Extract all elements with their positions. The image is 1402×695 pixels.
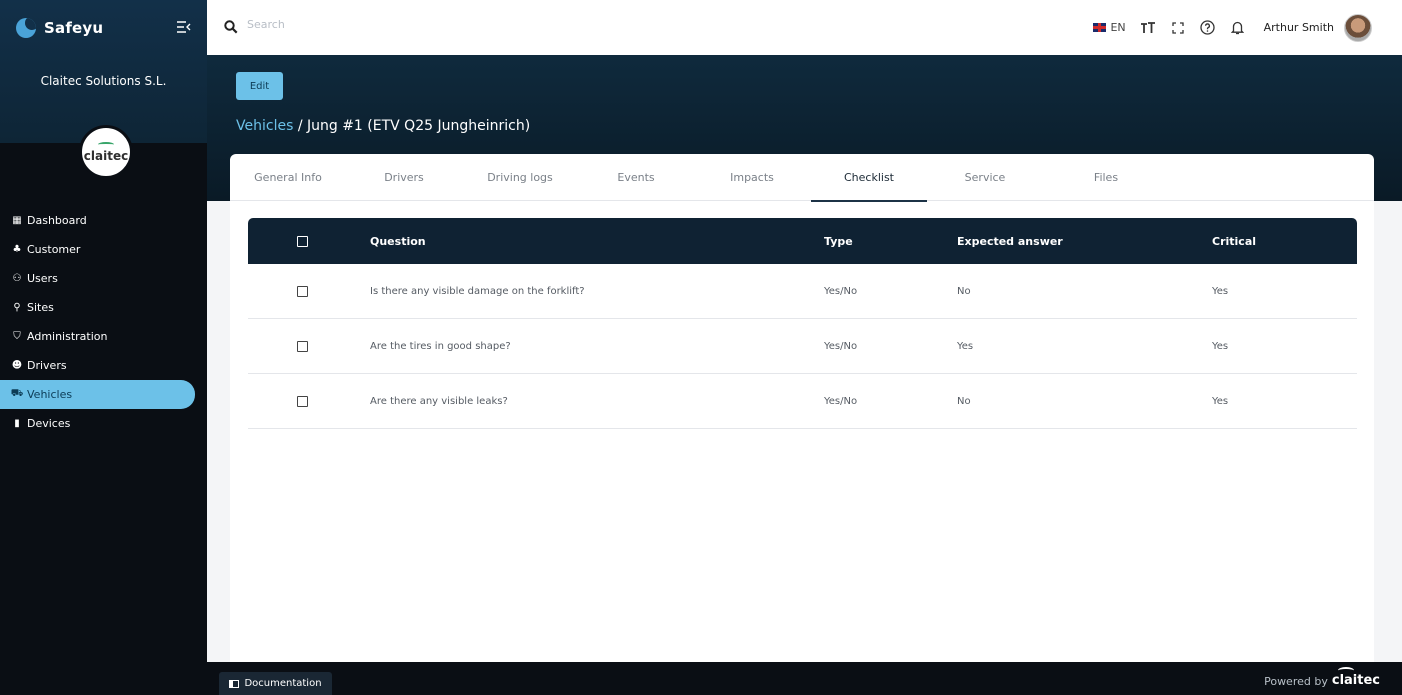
critical-cell: Yes (1212, 285, 1229, 297)
top-bar: EN Arthur Smith (207, 0, 1402, 55)
expected-answer-cell: No (957, 395, 971, 407)
question-cell: Are there any visible leaks? (370, 395, 508, 407)
logo-arc-icon (98, 141, 114, 147)
tab-drivers[interactable]: Drivers (349, 154, 459, 201)
dashboard-icon: ▦ (12, 215, 22, 226)
claitec-footer-logo: claitec (1331, 667, 1380, 688)
user-name[interactable]: Arthur Smith (1264, 21, 1334, 34)
sidebar-header: Safeyu Claitec Solutions S.L. (0, 0, 207, 143)
font-size-icon[interactable] (1140, 20, 1156, 36)
powered-by: Powered by claitec (1264, 667, 1380, 688)
company-name: Claitec Solutions S.L. (40, 74, 167, 88)
tab-checklist[interactable]: Checklist (811, 154, 927, 202)
sidebar-item-label: Users (27, 272, 58, 285)
driver-icon: ☻ (11, 360, 23, 371)
type-cell: Yes/No (824, 340, 858, 352)
sidebar-item-label: Customer (27, 243, 81, 256)
collapse-sidebar-icon[interactable] (175, 18, 193, 36)
select-all-cell (297, 218, 308, 264)
sidebar-item-administration[interactable]: ⛉ Administration (0, 322, 207, 351)
sidebar-item-vehicles[interactable]: ⛟ Vehicles (0, 380, 195, 409)
critical-cell: Yes (1212, 340, 1229, 352)
sidebar-item-label: Vehicles (27, 388, 73, 401)
column-header-question[interactable]: Question (370, 218, 426, 264)
footer: Documentation Powered by claitec (207, 662, 1402, 695)
breadcrumb-vehicles-link[interactable]: Vehicles (236, 118, 293, 134)
sidebar-item-drivers[interactable]: ☻ Drivers (0, 351, 207, 380)
table-header: Question Type Expected answer Critical (248, 218, 1357, 264)
tab-events[interactable]: Events (581, 154, 691, 201)
sidebar-item-label: Drivers (27, 359, 67, 372)
column-header-critical[interactable]: Critical (1212, 218, 1256, 264)
book-icon (229, 679, 240, 688)
column-header-type[interactable]: Type (824, 218, 853, 264)
sidebar-item-dashboard[interactable]: ▦ Dashboard (0, 206, 207, 235)
edit-button[interactable]: Edit (236, 72, 283, 100)
sidebar-item-sites[interactable]: ⚲ Sites (0, 293, 207, 322)
type-cell: Yes/No (824, 395, 858, 407)
forklift-icon: ⛟ (10, 388, 24, 399)
expected-answer-cell: No (957, 285, 971, 297)
question-cell: Are the tires in good shape? (370, 340, 511, 352)
top-right-controls: EN Arthur Smith (1093, 0, 1372, 55)
row-select-cell (297, 264, 308, 318)
type-cell: Yes/No (824, 285, 858, 297)
table-row[interactable]: Are there any visible leaks? Yes/No No Yes (248, 374, 1357, 429)
uk-flag-icon (1093, 23, 1107, 32)
tab-impacts[interactable]: Impacts (697, 154, 807, 201)
expected-answer-cell: Yes (957, 340, 974, 352)
tab-service[interactable]: Service (930, 154, 1040, 201)
documentation-button[interactable]: Documentation (219, 672, 332, 695)
row-checkbox[interactable] (297, 340, 308, 352)
sidebar-item-users[interactable]: ⚇ Users (0, 264, 207, 293)
customer-icon: ♣ (12, 244, 22, 255)
content-card: General Info Drivers Driving logs Events Imp… (230, 154, 1374, 674)
language-selector[interactable]: EN (1093, 21, 1126, 34)
tab-driving-logs[interactable]: Driving logs (465, 154, 575, 201)
sidebar-item-customer[interactable]: ♣ Customer (0, 235, 207, 264)
row-checkbox[interactable] (297, 285, 308, 297)
brand[interactable]: Safeyu (16, 0, 103, 55)
search-icon[interactable] (224, 19, 238, 34)
powered-by-text: Powered by (1264, 675, 1328, 688)
organization-logo: claitec (79, 125, 133, 179)
app-name: Safeyu (44, 18, 104, 37)
sidebar-item-label: Dashboard (27, 214, 87, 227)
sidebar-item-label: Sites (27, 301, 54, 314)
sidebar-item-label: Devices (27, 417, 71, 430)
tab-bar: General Info Drivers Driving logs Events Imp… (230, 154, 1374, 202)
table-row[interactable]: Is there any visible damage on the forkl… (248, 264, 1357, 319)
sidebar: Safeyu Claitec Solutions S.L. claitec ▦ D… (0, 0, 207, 695)
organization-logo-text: claitec (83, 148, 129, 163)
column-header-expected-answer[interactable]: Expected answer (957, 218, 1063, 264)
row-select-cell (297, 319, 308, 373)
table-row[interactable]: Are the tires in good shape? Yes/No Yes Yes (248, 319, 1357, 374)
sidebar-nav: ▦ Dashboard ♣ Customer ⚇ Users ⚲ Sites ⛉ Administ… (0, 206, 207, 438)
device-icon: ▮ (14, 418, 20, 429)
breadcrumb: Vehicles / Jung #1 (ETV Q25 Jungheinrich… (236, 118, 530, 134)
search-input[interactable] (247, 18, 547, 31)
shield-icon: ⛉ (13, 331, 21, 342)
users-icon: ⚇ (12, 273, 22, 284)
breadcrumb-current: / Jung #1 (ETV Q25 Jungheinrich) (293, 118, 531, 134)
documentation-label: Documentation (244, 678, 322, 689)
sidebar-item-label: Administration (27, 330, 108, 343)
row-checkbox[interactable] (297, 395, 308, 407)
language-code: EN (1110, 21, 1126, 34)
help-icon[interactable] (1200, 20, 1216, 36)
critical-cell: Yes (1212, 395, 1229, 407)
row-select-cell (297, 374, 308, 428)
location-pin-icon: ⚲ (13, 302, 21, 313)
select-all-checkbox[interactable] (297, 235, 308, 247)
sidebar-item-devices[interactable]: ▮ Devices (0, 409, 207, 438)
user-avatar[interactable] (1344, 13, 1372, 42)
table-body: Is there any visible damage on the forkl… (248, 264, 1357, 429)
tab-files[interactable]: Files (1051, 154, 1161, 201)
tab-general-info[interactable]: General Info (233, 154, 343, 201)
notifications-bell-icon[interactable] (1230, 20, 1246, 36)
fullscreen-icon[interactable] (1170, 20, 1186, 36)
safeyu-logo-icon (16, 17, 36, 38)
checklist-table: Question Type Expected answer Critical I… (248, 218, 1357, 429)
question-cell: Is there any visible damage on the forkl… (370, 285, 585, 297)
